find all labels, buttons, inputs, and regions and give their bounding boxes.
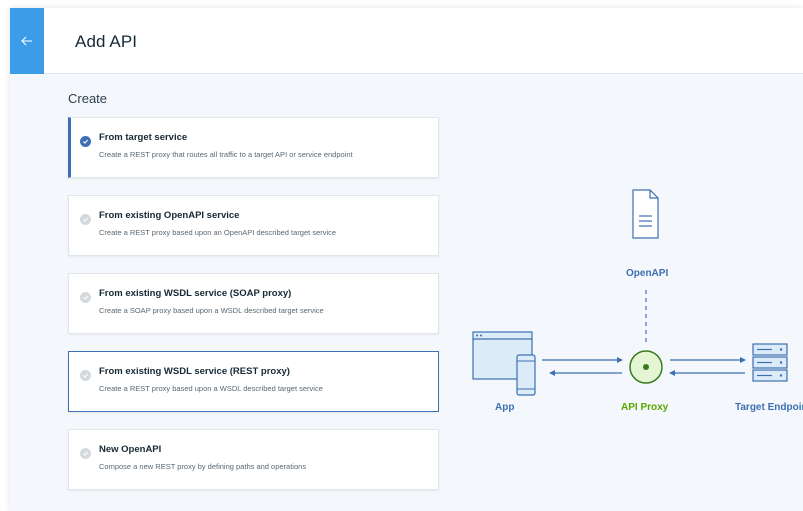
architecture-diagram: OpenAPI App API Proxy Target Endpoint bbox=[460, 180, 803, 430]
back-button[interactable] bbox=[10, 8, 44, 74]
header-bar: Add API bbox=[44, 8, 803, 74]
target-endpoint-label: Target Endpoint bbox=[735, 402, 803, 413]
openapi-label: OpenAPI bbox=[626, 268, 669, 279]
option-from-openapi-service[interactable]: From existing OpenAPI service Create a R… bbox=[68, 195, 439, 256]
option-from-wsdl-soap[interactable]: From existing WSDL service (SOAP proxy) … bbox=[68, 273, 439, 334]
server-icon bbox=[752, 343, 788, 382]
checkmark-icon bbox=[80, 370, 91, 381]
checkmark-icon bbox=[80, 214, 91, 225]
arrow-left-icon bbox=[21, 34, 33, 49]
option-title: From existing WSDL service (SOAP proxy) bbox=[99, 288, 292, 299]
page-title: Add API bbox=[75, 32, 138, 51]
option-description: Compose a new REST proxy by defining pat… bbox=[99, 462, 307, 471]
api-proxy-icon bbox=[629, 350, 663, 384]
app-label: App bbox=[495, 402, 515, 413]
document-icon bbox=[632, 189, 659, 239]
option-title: From existing WSDL service (REST proxy) bbox=[99, 366, 290, 377]
option-title: From target service bbox=[99, 132, 188, 143]
option-from-wsdl-rest[interactable]: From existing WSDL service (REST proxy) … bbox=[68, 351, 439, 412]
option-from-target-service[interactable]: From target service Create a REST proxy … bbox=[68, 117, 439, 178]
checkmark-icon bbox=[80, 448, 91, 459]
checkmark-icon bbox=[80, 292, 91, 303]
section-title: Create bbox=[68, 91, 108, 106]
checkmark-icon bbox=[80, 136, 91, 147]
option-description: Create a REST proxy based upon a WSDL de… bbox=[99, 384, 323, 393]
option-description: Create a REST proxy that routes all traf… bbox=[99, 150, 353, 159]
option-new-openapi[interactable]: New OpenAPI Compose a new REST proxy by … bbox=[68, 429, 439, 490]
option-title: From existing OpenAPI service bbox=[99, 210, 240, 221]
api-proxy-label: API Proxy bbox=[621, 402, 669, 413]
option-title: New OpenAPI bbox=[99, 444, 162, 455]
browser-mobile-icon bbox=[472, 331, 536, 396]
option-description: Create a REST proxy based upon an OpenAP… bbox=[99, 228, 337, 237]
option-description: Create a SOAP proxy based upon a WSDL de… bbox=[99, 306, 324, 315]
